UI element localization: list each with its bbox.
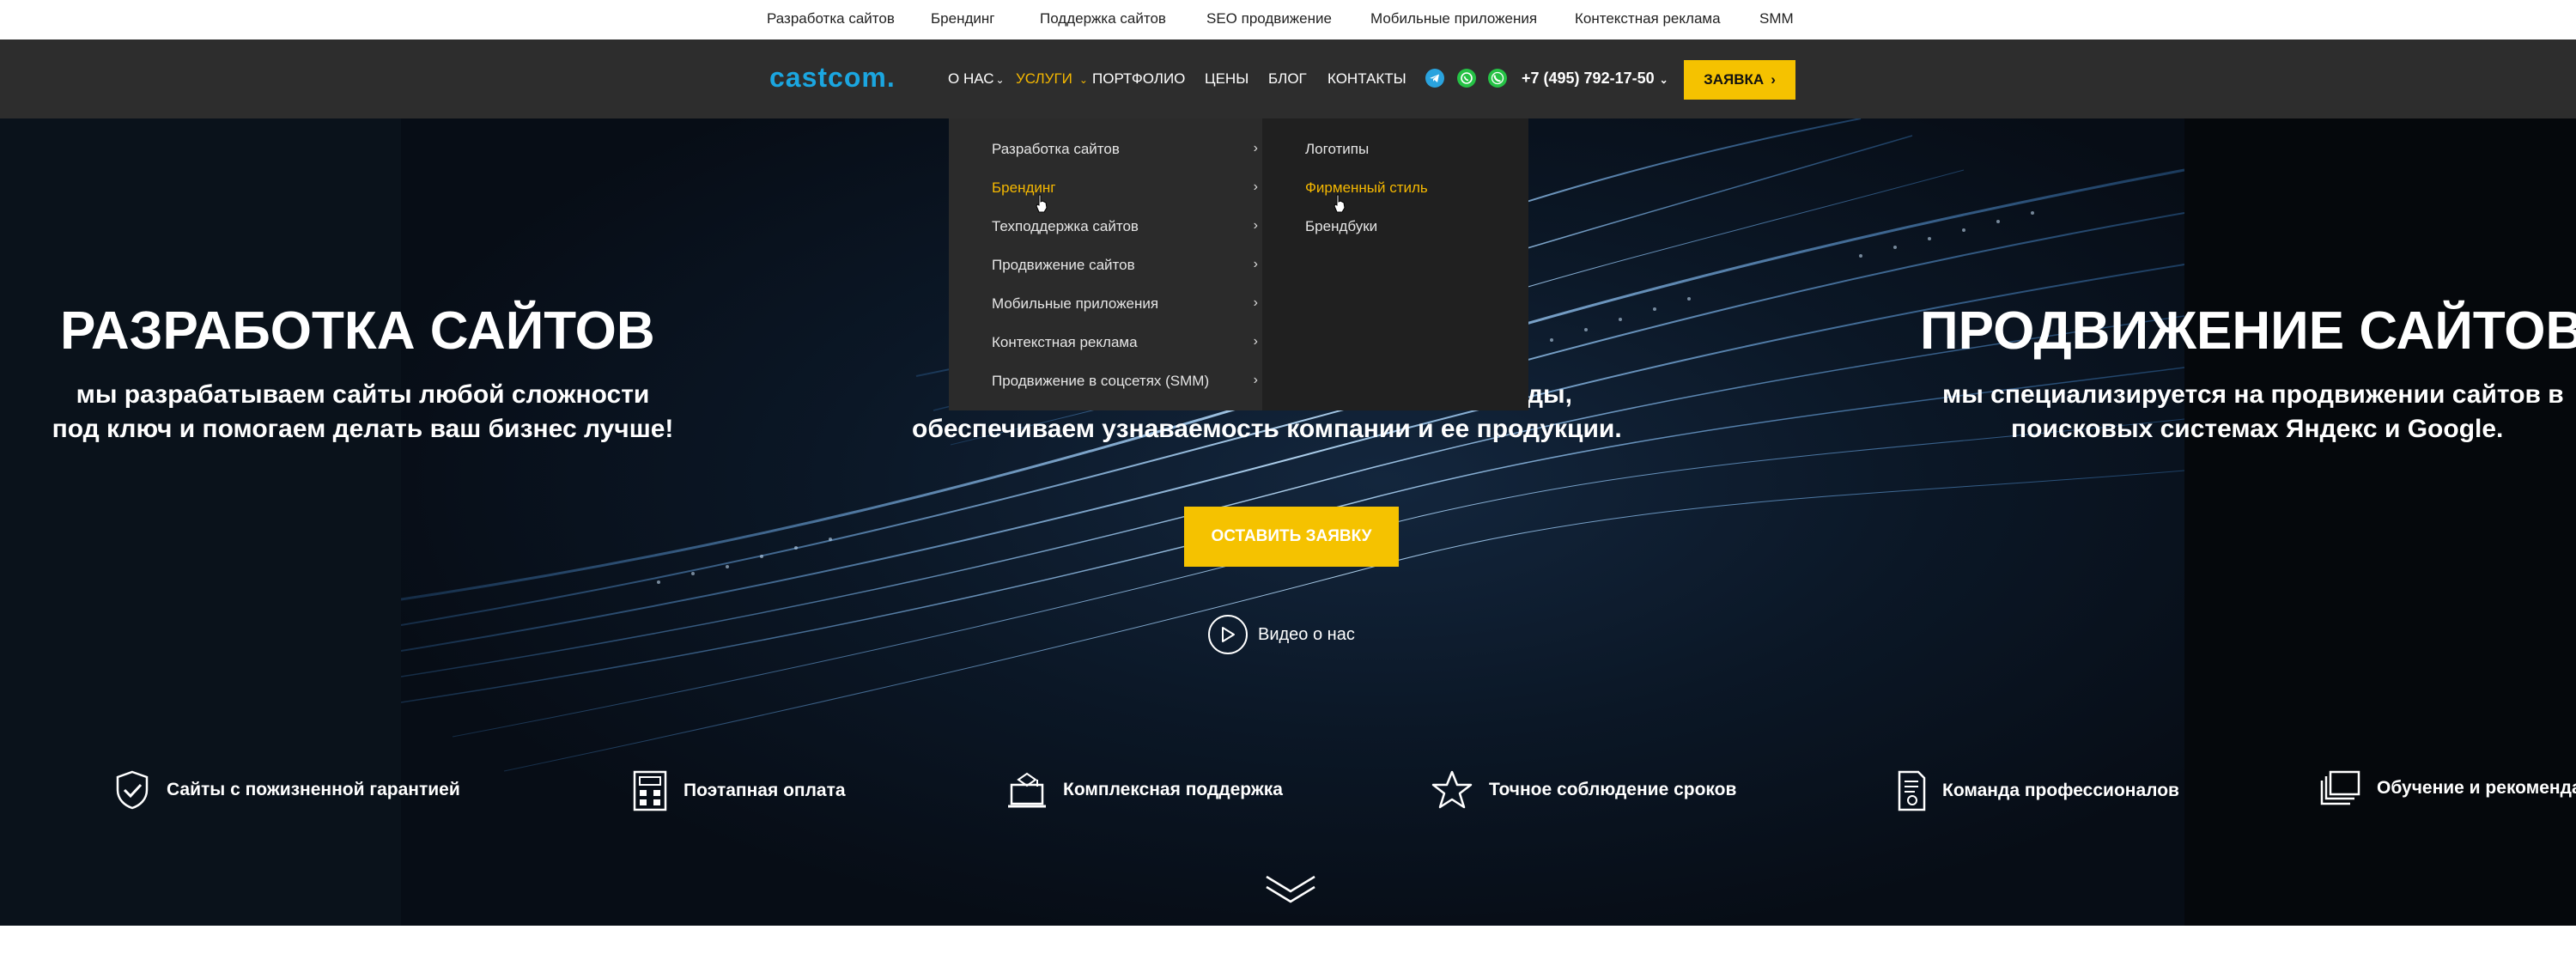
dropdown-item-label: Продвижение сайтов — [992, 257, 1135, 273]
chevron-right-icon: › — [1253, 334, 1258, 349]
dropdown-item-context-ads[interactable]: Контекстная реклама › — [992, 334, 1258, 351]
toplink-smm[interactable]: SMM — [1759, 10, 1794, 27]
nav-services-label: УСЛУГИ — [1016, 70, 1072, 87]
books-icon — [2320, 769, 2361, 807]
feature-deadlines: Точное соблюдение сроков — [1431, 769, 1736, 811]
center-slide-subtitle-tail: ды, — [1527, 380, 1572, 409]
dropdown-item-web-dev[interactable]: Разработка сайтов › — [992, 141, 1258, 158]
feature-label: Комплексная поддержка — [1063, 780, 1283, 799]
services-dropdown: Разработка сайтов › Брендинг › Техподдержк… — [949, 118, 1262, 410]
hand-cursor-icon — [1035, 194, 1048, 217]
feature-complex-support: Комплексная поддержка — [1006, 769, 1283, 811]
telegram-icon[interactable] — [1425, 69, 1444, 88]
left-slide-subtitle-line2: под ключ и помогаем делать ваш бизнес лу… — [52, 415, 674, 443]
dropdown-item-label: Разработка сайтов — [992, 141, 1120, 157]
chevron-down-icon: ⌄ — [1078, 74, 1088, 86]
toplink-branding[interactable]: Брендинг — [931, 10, 994, 27]
video-about-us[interactable]: Видео о нас — [1208, 615, 1355, 654]
phone-text: +7 (495) 792-17-50 — [1522, 70, 1655, 87]
site-logo[interactable]: castcom. — [769, 62, 896, 94]
feature-staged-payment: Поэтапная оплата — [632, 769, 846, 812]
right-slide-title: ПРОДВИЖЕНИЕ САЙТОВ — [1920, 301, 2576, 361]
top-strip: Разработка сайтов Брендинг Поддержка сай… — [0, 0, 2576, 39]
leave-request-button[interactable]: ОСТАВИТЬ ЗАЯВКУ — [1184, 507, 1399, 567]
submenu-item-brandbooks[interactable]: Брендбуки — [1305, 218, 1377, 235]
certificate-icon — [1896, 769, 1927, 812]
chevron-right-icon: › — [1253, 218, 1258, 233]
star-icon — [1431, 769, 1473, 811]
chevron-right-icon: › — [1253, 141, 1258, 155]
chevron-down-icon: ⌄ — [1659, 74, 1668, 86]
nav-about[interactable]: О НАС ⌄ — [948, 70, 1005, 88]
feature-label: Поэтапная оплата — [683, 781, 846, 800]
phone-number[interactable]: +7 (495) 792-17-50 ⌄ — [1522, 70, 1668, 88]
dropdown-item-mobile[interactable]: Мобильные приложения › — [992, 295, 1258, 313]
main-header: castcom. О НАС ⌄ УСЛУГИ ⌄ ПОРТФОЛИО ЦЕНЫ Б… — [0, 39, 2576, 118]
toplink-seo[interactable]: SEO продвижение — [1206, 10, 1332, 27]
chevron-right-icon: › — [1253, 179, 1258, 194]
dropdown-item-label: Мобильные приложения — [992, 295, 1159, 312]
hand-cursor-icon — [1333, 194, 1346, 217]
toplink-support[interactable]: Поддержка сайтов — [1040, 10, 1166, 27]
left-slide-subtitle-line1: мы разрабатываем сайты любой сложности — [76, 380, 650, 409]
feature-professional-team: Команда профессионалов — [1896, 769, 2179, 812]
toplink-mobile[interactable]: Мобильные приложения — [1370, 10, 1537, 27]
submenu-item-corporate-style[interactable]: Фирменный стиль — [1305, 179, 1428, 197]
left-slide-subtitle: мы разрабатываем сайты любой сложности п… — [43, 378, 683, 447]
feature-label: Команда профессионалов — [1942, 781, 2179, 800]
video-label: Видео о нас — [1258, 624, 1355, 644]
whatsapp-icon[interactable] — [1457, 69, 1476, 88]
chevron-right-icon: › — [1253, 257, 1258, 271]
center-slide-subtitle-line2: обеспечиваем узнаваемость компании и ее … — [912, 415, 1622, 443]
right-slide-subtitle-line2: поисковых системах Яндекс и Google. — [2011, 415, 2504, 443]
chevron-down-icon: ⌄ — [995, 74, 1005, 86]
chevron-right-icon: › — [1771, 71, 1776, 88]
nav-services[interactable]: УСЛУГИ ⌄ — [1016, 70, 1088, 88]
chevron-right-icon: › — [1253, 295, 1258, 310]
nav-about-label: О НАС — [948, 70, 994, 87]
dropdown-item-branding[interactable]: Брендинг › — [992, 179, 1258, 197]
feature-label: Обучение и рекомендации — [2377, 778, 2576, 798]
toplink-context-ads[interactable]: Контекстная реклама — [1575, 10, 1721, 27]
laptop-support-icon — [1006, 769, 1048, 811]
dropdown-item-smm[interactable]: Продвижение в соцсетях (SMM) › — [992, 373, 1258, 390]
submenu-item-logos[interactable]: Логотипы — [1305, 141, 1369, 158]
nav-contacts[interactable]: КОНТАКТЫ — [1327, 70, 1406, 88]
nav-blog[interactable]: БЛОГ — [1268, 70, 1307, 88]
toplink-web-dev[interactable]: Разработка сайтов — [767, 10, 895, 27]
feature-label: Сайты с пожизненной гарантией — [167, 780, 460, 799]
dropdown-item-label: Контекстная реклама — [992, 334, 1138, 350]
branding-submenu: Логотипы Фирменный стиль Брендбуки — [1262, 118, 1528, 410]
feature-label: Точное соблюдение сроков — [1489, 780, 1737, 799]
dropdown-item-tech-support[interactable]: Техподдержка сайтов › — [992, 218, 1258, 235]
feature-lifetime-guarantee: Сайты с пожизненной гарантией — [113, 769, 460, 811]
request-button[interactable]: ЗАЯВКА › — [1684, 60, 1795, 100]
calculator-icon — [632, 769, 668, 812]
feature-training: Обучение и рекомендации — [2320, 769, 2576, 807]
chevron-right-icon: › — [1253, 373, 1258, 387]
dropdown-item-promotion[interactable]: Продвижение сайтов › — [992, 257, 1258, 274]
play-icon — [1208, 615, 1248, 654]
request-button-label: ЗАЯВКА — [1704, 71, 1765, 88]
nav-portfolio[interactable]: ПОРТФОЛИО — [1092, 70, 1185, 88]
dropdown-item-label: Техподдержка сайтов — [992, 218, 1139, 234]
left-slide-title: РАЗРАБОТКА САЙТОВ — [60, 301, 655, 361]
right-slide-subtitle-line1: мы специализируется на продвижении сайто… — [1942, 380, 2564, 409]
shield-check-icon — [113, 769, 151, 811]
scroll-down-icon[interactable] — [1264, 874, 1317, 909]
nav-prices[interactable]: ЦЕНЫ — [1205, 70, 1249, 88]
dropdown-item-label: Продвижение в соцсетях (SMM) — [992, 373, 1210, 389]
viber-icon[interactable] — [1488, 69, 1507, 88]
